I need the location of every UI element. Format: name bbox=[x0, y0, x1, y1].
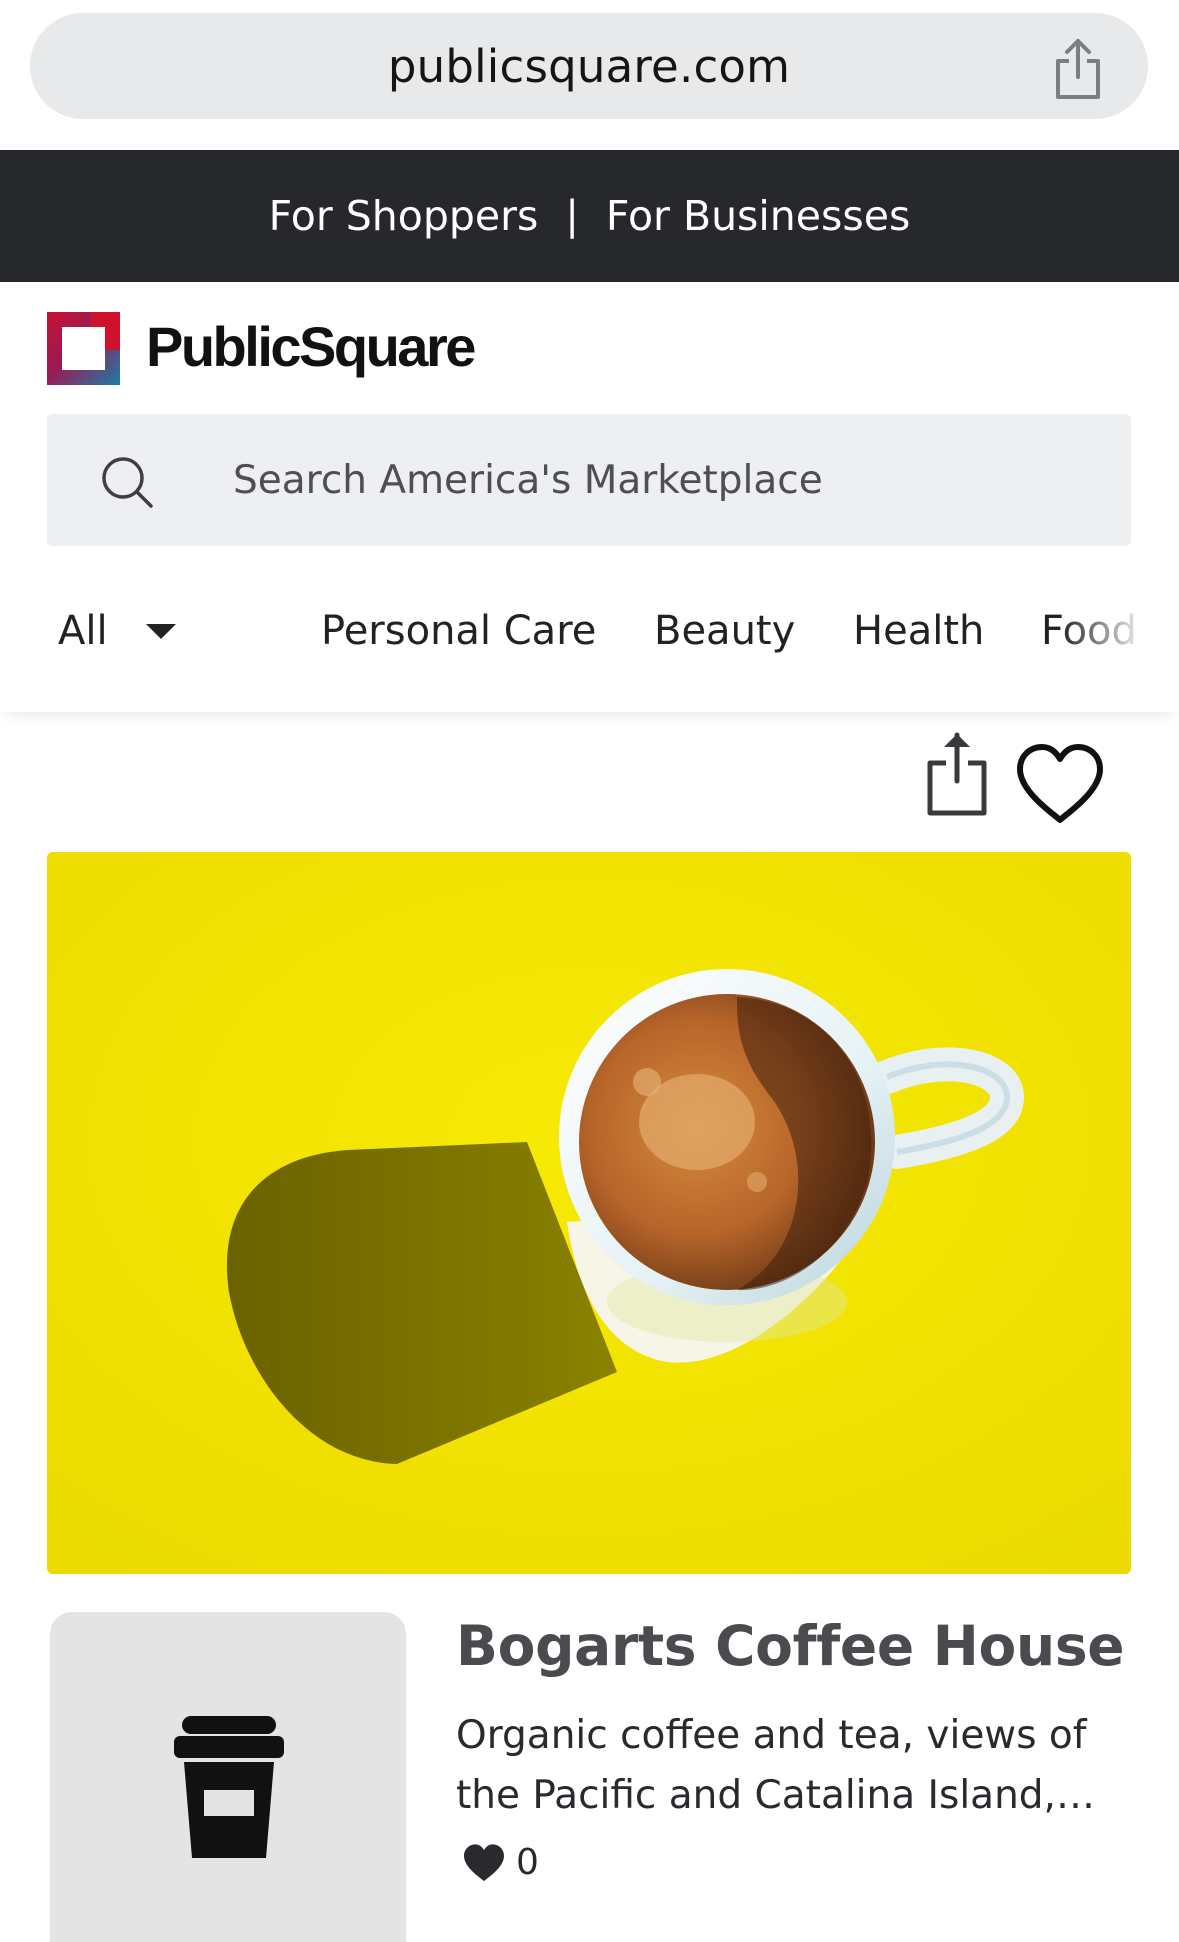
browser-address-bar: publicsquare.com bbox=[0, 0, 1179, 150]
for-shoppers-link[interactable]: For Shoppers bbox=[269, 192, 539, 240]
espresso-photo bbox=[47, 852, 1131, 1574]
search-icon bbox=[102, 457, 153, 508]
heart-filled-icon bbox=[464, 1843, 504, 1881]
category-dropdown-label: All bbox=[58, 608, 108, 654]
url-bar[interactable]: publicsquare.com bbox=[30, 13, 1148, 119]
likes-count: 0 bbox=[516, 1842, 539, 1883]
business-likes[interactable]: 0 bbox=[462, 1842, 539, 1883]
category-personal-care[interactable]: Personal Care bbox=[321, 560, 596, 702]
audience-nav: For Shoppers | For Businesses bbox=[0, 150, 1179, 282]
site-header: PublicSquare bbox=[0, 282, 1179, 412]
category-nav: All Personal Care Beauty Health Food bbox=[0, 560, 1179, 712]
category-health[interactable]: Health bbox=[853, 560, 984, 702]
business-name[interactable]: Bogarts Coffee House bbox=[456, 1614, 1125, 1678]
business-description: Organic coffee and tea, views of the Pac… bbox=[456, 1713, 1087, 1818]
audience-separator: | bbox=[565, 193, 579, 239]
search-input[interactable] bbox=[233, 414, 1093, 546]
hero-image[interactable] bbox=[47, 852, 1131, 1574]
url-text: publicsquare.com bbox=[387, 39, 791, 93]
scroll-fade bbox=[1059, 560, 1179, 712]
share-icon[interactable] bbox=[1050, 37, 1106, 101]
brand-name[interactable]: PublicSquare bbox=[146, 312, 476, 382]
caret-down-icon bbox=[145, 623, 176, 639]
heart-outline-icon[interactable] bbox=[1014, 742, 1106, 826]
publicsquare-logo[interactable] bbox=[47, 312, 120, 385]
for-businesses-link[interactable]: For Businesses bbox=[606, 192, 910, 240]
coffee-cup-icon bbox=[174, 1716, 284, 1858]
business-thumbnail[interactable] bbox=[50, 1612, 406, 1942]
share-icon[interactable] bbox=[924, 731, 990, 817]
search-bar[interactable] bbox=[47, 414, 1131, 546]
category-beauty[interactable]: Beauty bbox=[654, 560, 795, 702]
category-dropdown[interactable]: All bbox=[58, 560, 176, 702]
